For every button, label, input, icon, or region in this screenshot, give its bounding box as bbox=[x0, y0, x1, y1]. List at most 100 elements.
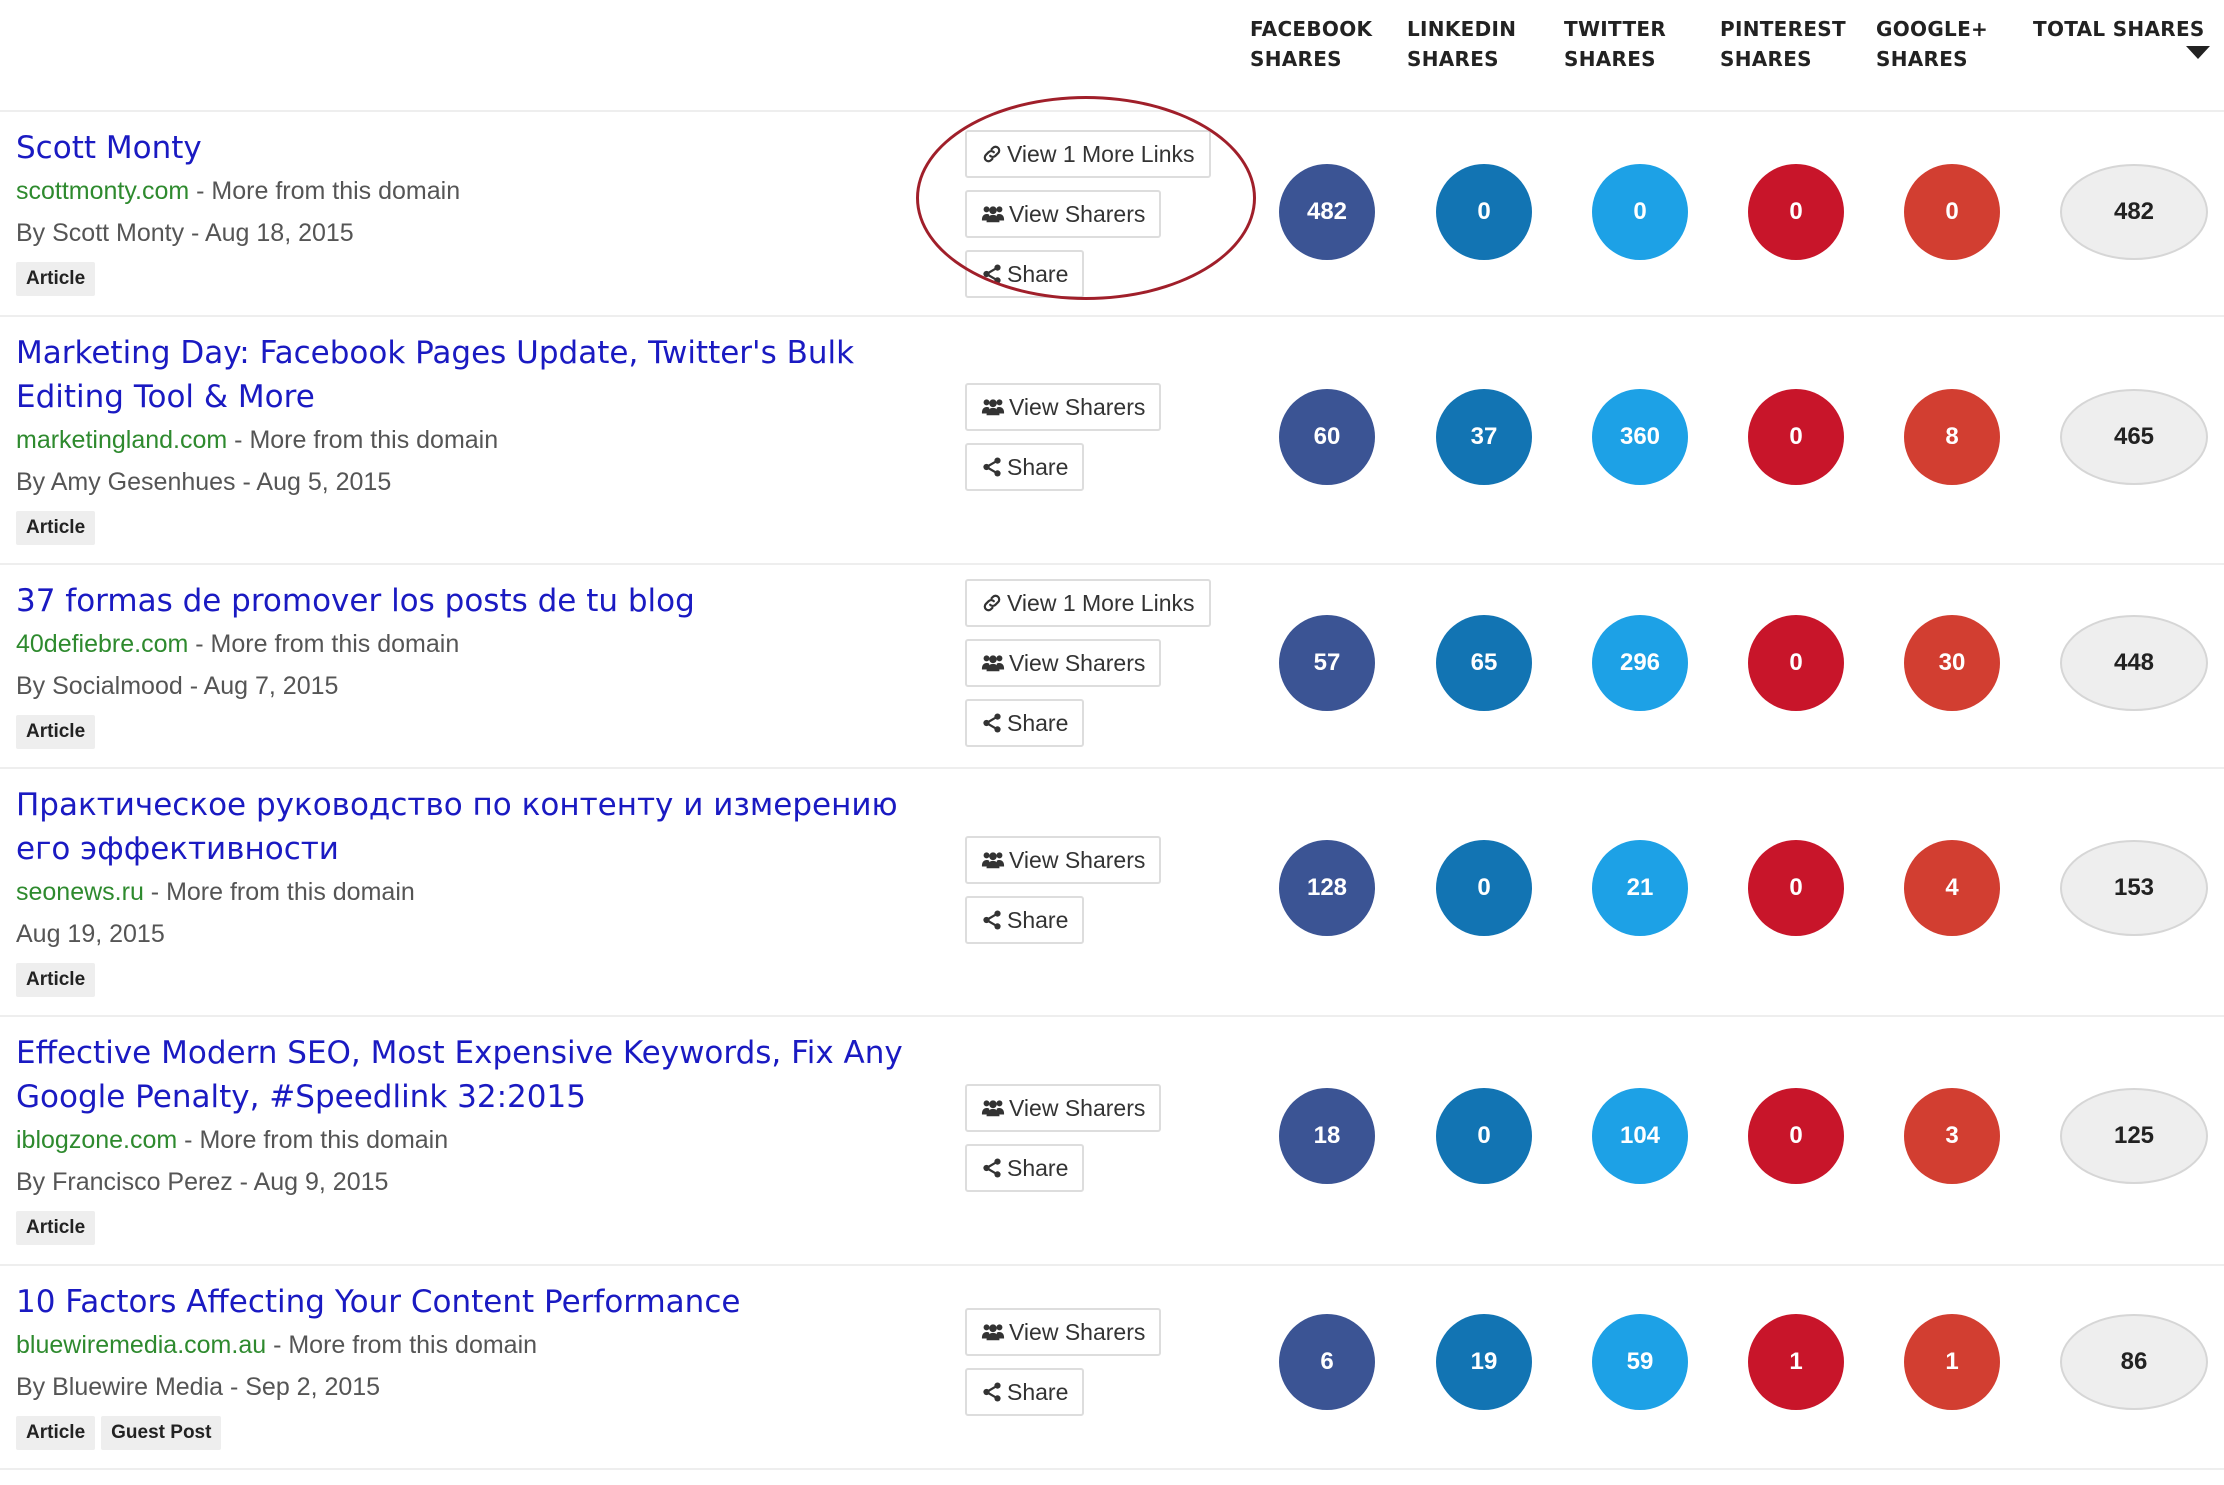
domain-line: marketingland.com - More from this domai… bbox=[16, 419, 916, 461]
domain-line: 40defiebre.com - More from this domain bbox=[16, 623, 916, 665]
article-title-link[interactable]: Effective Modern SEO, Most Expensive Key… bbox=[16, 1031, 916, 1119]
linkedin-share-count: 0 bbox=[1436, 840, 1532, 936]
tag-list: Article Guest Post bbox=[16, 1416, 916, 1450]
users-icon bbox=[981, 1100, 1005, 1117]
article-info: Effective Modern SEO, Most Expensive Key… bbox=[16, 1031, 916, 1245]
pinterest-share-count: 0 bbox=[1748, 389, 1844, 485]
twitter-share-count: 296 bbox=[1592, 615, 1688, 711]
domain-link[interactable]: seonews.ru bbox=[16, 878, 144, 906]
view-more-links-button[interactable]: View 1 More Links bbox=[965, 579, 1211, 627]
share-icon bbox=[983, 910, 1001, 930]
article-info: 37 formas de promover los posts de tu bl… bbox=[16, 579, 916, 749]
googleplus-share-count: 1 bbox=[1904, 1314, 2000, 1410]
byline: By Scott Monty - Aug 18, 2015 bbox=[16, 219, 354, 247]
domain-line: scottmonty.com - More from this domain bbox=[16, 170, 916, 212]
domain-link[interactable]: bluewiremedia.com.au bbox=[16, 1331, 266, 1359]
twitter-share-count: 360 bbox=[1592, 389, 1688, 485]
article-info: 10 Factors Affecting Your Content Perfor… bbox=[16, 1280, 916, 1450]
share-button[interactable]: Share bbox=[965, 1368, 1085, 1416]
share-button[interactable]: Share bbox=[965, 443, 1085, 491]
domain-link[interactable]: 40defiebre.com bbox=[16, 630, 188, 658]
view-sharers-button[interactable]: View Sharers bbox=[965, 1308, 1162, 1356]
more-from-domain-link[interactable]: More from this domain bbox=[166, 878, 415, 906]
result-row: Effective Modern SEO, Most Expensive Key… bbox=[0, 1017, 2224, 1266]
article-title-link[interactable]: Marketing Day: Facebook Pages Update, Tw… bbox=[16, 331, 916, 419]
more-from-domain-link[interactable]: More from this domain bbox=[288, 1331, 537, 1359]
article-info: Практическое руководство по контенту и и… bbox=[16, 783, 916, 997]
more-from-domain-link[interactable]: More from this domain bbox=[211, 177, 460, 205]
separator: - bbox=[266, 1331, 289, 1359]
share-icon bbox=[983, 457, 1001, 477]
row-actions: View Sharers Share bbox=[965, 383, 1162, 503]
row-actions: View Sharers Share bbox=[965, 1084, 1162, 1204]
row-actions: View Sharers Share bbox=[965, 836, 1162, 956]
view-sharers-button[interactable]: View Sharers bbox=[965, 190, 1162, 238]
byline: By Francisco Perez - Aug 9, 2015 bbox=[16, 1168, 389, 1196]
article-title-link[interactable]: 10 Factors Affecting Your Content Perfor… bbox=[16, 1280, 916, 1324]
result-row: Практическое руководство по контенту и и… bbox=[0, 769, 2224, 1017]
article-title-link[interactable]: Scott Monty bbox=[16, 126, 916, 170]
share-icon bbox=[983, 713, 1001, 733]
googleplus-share-count: 30 bbox=[1904, 615, 2000, 711]
column-header-pinterest[interactable]: PINTEREST SHARES bbox=[1720, 14, 1846, 74]
domain-link[interactable]: marketingland.com bbox=[16, 426, 227, 454]
twitter-share-count: 0 bbox=[1592, 164, 1688, 260]
more-from-domain-link[interactable]: More from this domain bbox=[199, 1126, 448, 1154]
view-more-links-button[interactable]: View 1 More Links bbox=[965, 130, 1211, 178]
result-row: 37 formas de promover los posts de tu bl… bbox=[0, 565, 2224, 769]
sort-descending-icon[interactable] bbox=[2186, 46, 2210, 59]
view-sharers-button[interactable]: View Sharers bbox=[965, 836, 1162, 884]
domain-link[interactable]: iblogzone.com bbox=[16, 1126, 177, 1154]
twitter-share-count: 21 bbox=[1592, 840, 1688, 936]
column-header-facebook[interactable]: FACEBOOK SHARES bbox=[1250, 14, 1372, 74]
row-actions: View 1 More Links View Sharers Share bbox=[965, 130, 1211, 310]
linkedin-share-count: 65 bbox=[1436, 615, 1532, 711]
content-type-tag[interactable]: Article bbox=[16, 715, 96, 749]
googleplus-share-count: 0 bbox=[1904, 164, 2000, 260]
pinterest-share-count: 0 bbox=[1748, 840, 1844, 936]
view-sharers-button[interactable]: View Sharers bbox=[965, 383, 1162, 431]
users-icon bbox=[981, 399, 1005, 416]
separator: - bbox=[143, 878, 167, 906]
linkedin-share-count: 37 bbox=[1436, 389, 1532, 485]
more-from-domain-link[interactable]: More from this domain bbox=[211, 630, 460, 658]
users-icon bbox=[981, 655, 1005, 672]
article-title-link[interactable]: 37 formas de promover los posts de tu bl… bbox=[16, 579, 916, 623]
share-button[interactable]: Share bbox=[965, 699, 1085, 747]
pinterest-share-count: 0 bbox=[1748, 164, 1844, 260]
view-sharers-button[interactable]: View Sharers bbox=[965, 639, 1162, 687]
link-icon bbox=[983, 594, 1001, 612]
total-share-count: 86 bbox=[2060, 1314, 2208, 1410]
column-header-linkedin[interactable]: LINKEDIN SHARES bbox=[1407, 14, 1516, 74]
googleplus-share-count: 4 bbox=[1904, 840, 2000, 936]
content-type-tag[interactable]: Article bbox=[16, 262, 96, 296]
total-share-count: 465 bbox=[2060, 389, 2208, 485]
domain-line: iblogzone.com - More from this domain bbox=[16, 1119, 916, 1161]
domain-link[interactable]: scottmonty.com bbox=[16, 177, 189, 205]
byline: By Bluewire Media - Sep 2, 2015 bbox=[16, 1373, 381, 1401]
facebook-share-count: 6 bbox=[1279, 1314, 1375, 1410]
share-button[interactable]: Share bbox=[965, 896, 1085, 944]
content-type-tag[interactable]: Guest Post bbox=[101, 1416, 222, 1450]
facebook-share-count: 482 bbox=[1279, 164, 1375, 260]
more-from-domain-link[interactable]: More from this domain bbox=[249, 426, 498, 454]
users-icon bbox=[981, 1324, 1005, 1341]
table-header: FACEBOOK SHARES LINKEDIN SHARES TWITTER SHA… bbox=[0, 0, 2224, 112]
separator: - bbox=[177, 1126, 200, 1154]
content-type-tag[interactable]: Article bbox=[16, 1211, 96, 1245]
view-sharers-button[interactable]: View Sharers bbox=[965, 1084, 1162, 1132]
pinterest-share-count: 0 bbox=[1748, 615, 1844, 711]
content-type-tag[interactable]: Article bbox=[16, 1416, 96, 1450]
total-share-count: 125 bbox=[2060, 1088, 2208, 1184]
article-title-link[interactable]: Практическое руководство по контенту и и… bbox=[16, 783, 916, 871]
content-type-tag[interactable]: Article bbox=[16, 963, 96, 997]
column-header-twitter[interactable]: TWITTER SHARES bbox=[1564, 14, 1666, 74]
linkedin-share-count: 19 bbox=[1436, 1314, 1532, 1410]
column-header-total[interactable]: TOTAL SHARES bbox=[2033, 14, 2205, 44]
share-button[interactable]: Share bbox=[965, 1144, 1085, 1192]
content-type-tag[interactable]: Article bbox=[16, 511, 96, 545]
facebook-share-count: 18 bbox=[1279, 1088, 1375, 1184]
link-icon bbox=[983, 145, 1001, 163]
share-button[interactable]: Share bbox=[965, 250, 1085, 298]
column-header-googleplus[interactable]: GOOGLE+ SHARES bbox=[1876, 14, 1988, 74]
